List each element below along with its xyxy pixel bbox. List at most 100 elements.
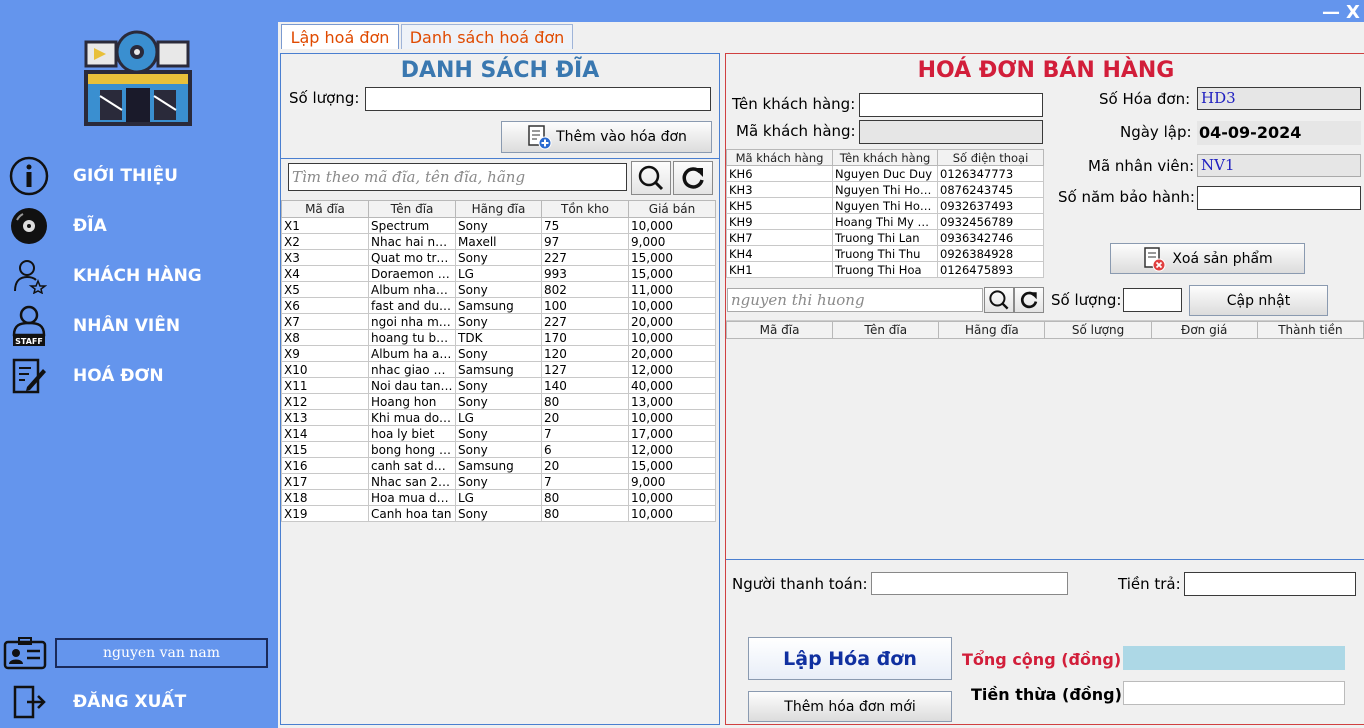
column-header[interactable]: Đơn giá [1150, 321, 1258, 339]
column-header[interactable]: Mã đĩa [281, 200, 369, 218]
disc-list-panel: DANH SÁCH ĐĨA Số lượng: Thêm vào hóa đơn… [280, 53, 720, 725]
column-header[interactable]: Số lượng [1044, 321, 1152, 339]
column-header[interactable]: Số điện thoại [937, 149, 1044, 166]
table-cell: Truong Thi Hoa [832, 261, 938, 278]
sidebar-item-label: GIỚI THIỆU [73, 166, 178, 186]
column-header[interactable]: Hãng đĩa [455, 200, 542, 218]
logout-icon [8, 681, 50, 723]
table-cell: X5 [281, 281, 369, 298]
minimize-button[interactable]: — [1322, 2, 1340, 23]
table-cell: X2 [281, 233, 369, 250]
table-row[interactable]: X3 Quat mo trun... Sony 227 15,000 [281, 249, 716, 266]
table-cell: Hoang Thi My Ng... [832, 213, 938, 230]
sidebar-item-staff[interactable]: STAFF NHÂN VIÊN [8, 304, 268, 348]
table-row[interactable]: KH1 Truong Thi Hoa 0126475893 [726, 261, 1044, 278]
customer-name-input[interactable] [859, 93, 1043, 117]
table-row[interactable]: X8 hoang tu ba tu TDK 170 10,000 [281, 329, 716, 346]
sidebar-item-disc[interactable]: ĐĨA [8, 204, 268, 248]
sidebar-item-customer[interactable]: KHÁCH HÀNG [8, 254, 268, 298]
quantity-input[interactable] [365, 87, 711, 111]
customer-name-label: Tên khách hàng: [732, 95, 856, 113]
table-cell: 0932456789 [937, 213, 1044, 230]
column-header[interactable]: Tồn kho [541, 200, 629, 218]
date-field[interactable]: 04-09-2024 [1197, 121, 1361, 145]
customer-search-input[interactable]: nguyen thi huong [727, 288, 983, 312]
paid-input[interactable] [1184, 572, 1356, 596]
table-cell: bong hong den [368, 441, 456, 458]
table-row[interactable]: X5 Album nhac v... Sony 802 11,000 [281, 281, 716, 298]
disc-search-button[interactable] [631, 161, 671, 195]
table-row[interactable]: X9 Album ha an... Sony 120 20,000 [281, 345, 716, 362]
tab-invoice-list[interactable]: Danh sách hoá đơn [401, 24, 573, 49]
close-button[interactable]: X [1346, 2, 1360, 23]
table-row[interactable]: KH7 Truong Thi Lan 0936342746 [726, 229, 1044, 246]
table-row[interactable]: KH9 Hoang Thi My Ng... 0932456789 [726, 213, 1044, 230]
column-header[interactable]: Mã đĩa [725, 321, 834, 339]
table-row[interactable]: X6 fast and dum... Samsung 100 10,000 [281, 297, 716, 314]
column-header[interactable]: Mã khách hàng [726, 149, 833, 166]
item-qty-input[interactable] [1123, 288, 1182, 312]
table-cell: Sony [455, 441, 542, 458]
table-row[interactable]: KH3 Nguyen Thi Hoang 0876243745 [726, 181, 1044, 198]
customer-refresh-button[interactable] [1014, 287, 1044, 313]
sidebar-item-invoice[interactable]: HOÁ ĐƠN [8, 354, 268, 398]
disc-search-input[interactable]: Tìm theo mã đĩa, tên đĩa, hãng [288, 163, 627, 191]
change-label: Tiền thừa (đồng) [971, 685, 1122, 704]
column-header[interactable]: Tên đĩa [368, 200, 456, 218]
table-row[interactable]: X4 Doraemon va... LG 993 15,000 [281, 265, 716, 282]
table-cell: Sony [455, 345, 542, 362]
current-user: nguyen van nam [55, 638, 268, 668]
table-cell: Sony [455, 313, 542, 330]
column-header[interactable]: Tên đĩa [832, 321, 940, 339]
column-header[interactable]: Hãng đĩa [938, 321, 1046, 339]
update-button[interactable]: Cập nhật [1189, 285, 1328, 316]
table-row[interactable]: KH6 Nguyen Duc Duy 0126347773 [726, 165, 1044, 182]
table-row[interactable]: KH4 Truong Thi Thu 0926384928 [726, 245, 1044, 262]
table-row[interactable]: X1 Spectrum Sony 75 10,000 [281, 217, 716, 234]
sidebar-item-about[interactable]: GIỚI THIỆU [8, 154, 268, 198]
table-row[interactable]: X16 canh sat dac ... Samsung 20 15,000 [281, 457, 716, 474]
table-cell: 10,000 [628, 409, 716, 426]
table-row[interactable]: X7 ngoi nha ma ... Sony 227 20,000 [281, 313, 716, 330]
column-header[interactable]: Tên khách hàng [832, 149, 938, 166]
create-invoice-button[interactable]: Lập Hóa đơn [748, 637, 952, 680]
sidebar-item-label: ĐĨA [73, 216, 107, 236]
table-cell: 120 [541, 345, 629, 362]
table-row[interactable]: X12 Hoang hon Sony 80 13,000 [281, 393, 716, 410]
table-row[interactable]: X10 nhac giao hu... Samsung 127 12,000 [281, 361, 716, 378]
table-row[interactable]: X17 Nhac san 2012 Sony 7 9,000 [281, 473, 716, 490]
table-cell: LG [455, 265, 542, 282]
tab-create-invoice[interactable]: Lập hoá đơn [281, 24, 399, 49]
id-card-icon [3, 636, 47, 673]
table-row[interactable]: X18 Hoa mua dong LG 80 10,000 [281, 489, 716, 506]
column-header[interactable]: Giá bán [628, 200, 716, 218]
table-cell: 6 [541, 441, 629, 458]
table-cell: KH4 [726, 245, 833, 262]
table-row[interactable]: X15 bong hong den Sony 6 12,000 [281, 441, 716, 458]
table-cell: Noi dau tan c... [368, 377, 456, 394]
disc-refresh-button[interactable] [673, 161, 713, 195]
table-row[interactable]: KH5 Nguyen Thi Hon... 0932637493 [726, 197, 1044, 214]
payer-input[interactable] [871, 572, 1068, 595]
logout-button[interactable]: ĐĂNG XUẤT [8, 680, 268, 724]
add-to-invoice-button[interactable]: Thêm vào hóa đơn [501, 121, 712, 153]
info-icon [8, 155, 50, 197]
table-cell: Nguyen Duc Duy [832, 165, 938, 182]
warranty-input[interactable] [1197, 186, 1361, 210]
table-cell: 10,000 [628, 329, 716, 346]
payer-label: Người thanh toán: [732, 575, 868, 593]
table-row[interactable]: X2 Nhac hai ngoai Maxell 97 9,000 [281, 233, 716, 250]
table-cell: KH9 [726, 213, 833, 230]
table-cell: X7 [281, 313, 369, 330]
new-invoice-button[interactable]: Thêm hóa đơn mới [748, 691, 952, 722]
column-header[interactable]: Thành tiền [1256, 321, 1364, 339]
invoice-no-label: Số Hóa đơn: [1099, 90, 1191, 108]
delete-item-button[interactable]: Xoá sản phẩm [1110, 243, 1305, 274]
customer-search-button[interactable] [984, 287, 1014, 313]
table-cell: X9 [281, 345, 369, 362]
table-row[interactable]: X19 Canh hoa tan Sony 80 10,000 [281, 505, 716, 522]
table-row[interactable]: X13 Khi mua don... LG 20 10,000 [281, 409, 716, 426]
table-row[interactable]: X14 hoa ly biet Sony 7 17,000 [281, 425, 716, 442]
table-row[interactable]: X11 Noi dau tan c... Sony 140 40,000 [281, 377, 716, 394]
table-cell: 7 [541, 425, 629, 442]
